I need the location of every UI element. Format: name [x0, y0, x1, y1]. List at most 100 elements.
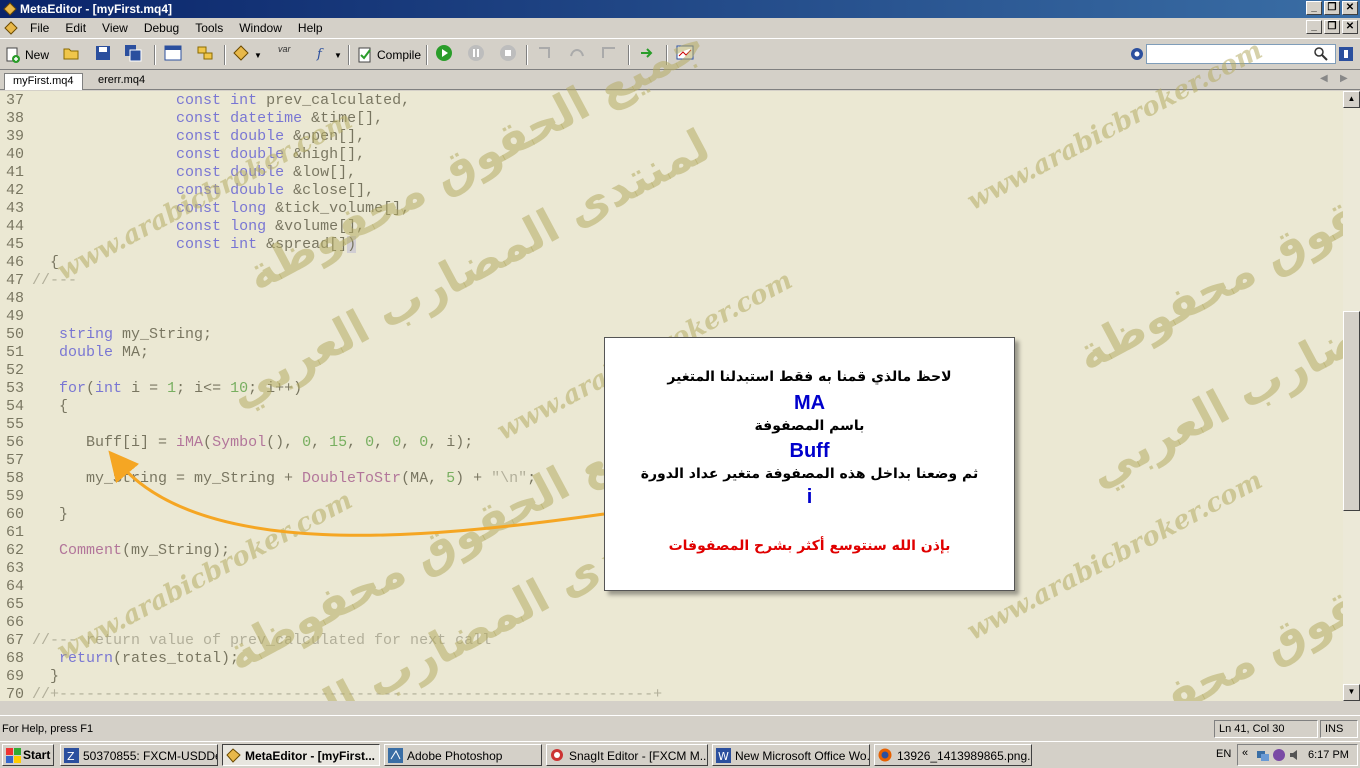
insert-function-icon[interactable]: f	[312, 44, 330, 62]
tab-scroll-right-icon[interactable]: ▶	[1340, 73, 1348, 84]
toolbox-icon[interactable]	[196, 44, 214, 62]
callout-line-2: باسم المصفوفة	[754, 418, 865, 434]
code-text: Buff[i] = iMA(Symbol(), 0, 15, 0, 0, 0, …	[32, 434, 474, 451]
menu-bar: File Edit View Debug Tools Window Help _ ❐ ✕	[0, 18, 1360, 38]
task-label: 50370855: FXCM-USDDe...	[83, 749, 218, 763]
task-firefox[interactable]: 13926_1413989865.png...	[874, 744, 1032, 766]
clock: 6:17 PM	[1308, 749, 1349, 761]
task-label: New Microsoft Office Wo...	[735, 749, 870, 763]
mdi-close-button[interactable]: ✕	[1342, 20, 1358, 34]
file-tabs: myFirst.mq4 ererr.mq4 ◀ ▶	[0, 70, 1360, 90]
status-bar: For Help, press F1 Ln 41, Col 30 INS	[0, 715, 1360, 741]
volume-icon[interactable]	[1288, 748, 1302, 762]
dropdown-arrow-icon[interactable]: ▼	[254, 44, 262, 66]
status-help-text: For Help, press F1	[2, 723, 94, 735]
tab-ererr[interactable]: ererr.mq4	[90, 73, 153, 90]
word-icon: W	[716, 748, 731, 763]
expert-wizard-icon[interactable]	[232, 44, 250, 62]
step-out-icon[interactable]	[600, 44, 618, 62]
language-indicator[interactable]: EN	[1216, 748, 1231, 760]
menu-window[interactable]: Window	[231, 21, 290, 35]
callout-term-buff: Buff	[789, 440, 830, 462]
menu-tools[interactable]: Tools	[187, 21, 231, 35]
new-button[interactable]: New	[4, 44, 49, 66]
search-area	[1128, 44, 1356, 64]
scroll-down-icon[interactable]: ▼	[1343, 684, 1360, 701]
insert-mode: INS	[1320, 720, 1358, 738]
title-bar: MetaEditor - [myFirst.mq4] _ ❐ ✕	[0, 0, 1360, 18]
callout-term-i: i	[806, 486, 813, 508]
tab-myfirst[interactable]: myFirst.mq4	[4, 73, 83, 90]
firefox-icon	[878, 748, 892, 762]
close-button[interactable]: ✕	[1342, 1, 1358, 15]
metaeditor-app-icon	[3, 2, 17, 16]
task-snagit[interactable]: SnagIt Editor - [FXCM M...	[546, 744, 708, 766]
start-label: Start	[23, 748, 51, 762]
gear-icon[interactable]	[1128, 45, 1146, 63]
new-label: New	[25, 48, 50, 62]
var-label: var	[278, 44, 291, 54]
photoshop-icon	[388, 748, 403, 763]
mdi-minimize-button[interactable]: _	[1306, 20, 1322, 34]
help-book-icon[interactable]	[1338, 46, 1354, 62]
task-fxcm-chart[interactable]: Z 50370855: FXCM-USDDe...	[60, 744, 218, 766]
stop-icon[interactable]	[499, 44, 517, 62]
metatrader-icon: Z	[64, 748, 79, 763]
restore-button[interactable]: ❐	[1324, 1, 1340, 15]
new-file-icon	[6, 47, 20, 63]
explanation-callout: لاحظ مالذي قمنا به فقط استبدلنا المتغير …	[604, 337, 1015, 591]
callout-note: بإذن الله سنتوسع أكثر بشرح المصفوفات	[668, 538, 951, 554]
snagit-icon	[551, 749, 563, 761]
document-icon[interactable]	[4, 21, 18, 35]
window-title: MetaEditor - [myFirst.mq4]	[20, 2, 173, 16]
run-arrow-icon[interactable]	[638, 44, 656, 62]
system-tray: EN « 6:17 PM	[1216, 744, 1358, 766]
search-input[interactable]	[1146, 44, 1336, 64]
task-label: MetaEditor - [myFirst...	[245, 749, 376, 763]
search-icon[interactable]	[1314, 47, 1328, 61]
open-folder-icon[interactable]	[62, 44, 80, 62]
cursor-position: Ln 41, Col 30	[1214, 720, 1318, 738]
start-button[interactable]: Start	[2, 744, 54, 766]
scroll-up-icon[interactable]: ▲	[1343, 91, 1360, 108]
pause-icon[interactable]	[467, 44, 485, 62]
navigator-icon[interactable]	[164, 44, 182, 62]
compile-button[interactable]: Compile	[356, 44, 421, 66]
insert-variable-button[interactable]: var	[278, 44, 291, 66]
save-all-icon[interactable]	[124, 44, 142, 62]
task-label: 13926_1413989865.png...	[897, 749, 1032, 763]
svg-text:W: W	[718, 750, 729, 763]
save-icon[interactable]	[94, 44, 112, 62]
menu-view[interactable]: View	[94, 21, 136, 35]
step-over-icon[interactable]	[568, 44, 586, 62]
task-metaeditor[interactable]: MetaEditor - [myFirst...	[222, 744, 380, 766]
scroll-thumb[interactable]	[1343, 311, 1360, 511]
menu-edit[interactable]: Edit	[57, 21, 94, 35]
function-dropdown-icon[interactable]: ▼	[334, 44, 342, 66]
svg-text:Z: Z	[67, 750, 75, 763]
task-photoshop[interactable]: Adobe Photoshop	[384, 744, 542, 766]
menu-file[interactable]: File	[22, 21, 57, 35]
task-label: SnagIt Editor - [FXCM M...	[569, 749, 708, 763]
callout-line-1: لاحظ مالذي قمنا به فقط استبدلنا المتغير	[667, 369, 952, 385]
step-into-icon[interactable]	[536, 44, 554, 62]
tab-scroll-left-icon[interactable]: ◀	[1320, 73, 1328, 84]
svg-text:f: f	[316, 47, 324, 62]
messenger-icon[interactable]	[1272, 748, 1286, 762]
play-icon[interactable]	[435, 44, 453, 62]
menu-help[interactable]: Help	[290, 21, 331, 35]
network-icon[interactable]	[1256, 748, 1270, 762]
vertical-scrollbar[interactable]: ▲ ▼	[1343, 91, 1360, 701]
task-word[interactable]: W New Microsoft Office Wo...	[712, 744, 870, 766]
windows-logo-icon	[6, 748, 21, 763]
expand-tray-icon[interactable]: «	[1242, 747, 1248, 759]
callout-term-ma: MA	[793, 392, 826, 414]
mdi-restore-button[interactable]: ❐	[1324, 20, 1340, 34]
terminal-icon[interactable]	[676, 44, 694, 62]
editor-bottom-border	[0, 701, 1360, 715]
callout-line-3: ثم وضعنا بداخل هذه المصفوفة متغير عداد ا…	[640, 466, 979, 482]
menu-debug[interactable]: Debug	[136, 21, 187, 35]
metaeditor-icon	[226, 748, 241, 763]
toolbar: New ▼ var f ▼ Compile	[0, 38, 1360, 70]
minimize-button[interactable]: _	[1306, 1, 1322, 15]
